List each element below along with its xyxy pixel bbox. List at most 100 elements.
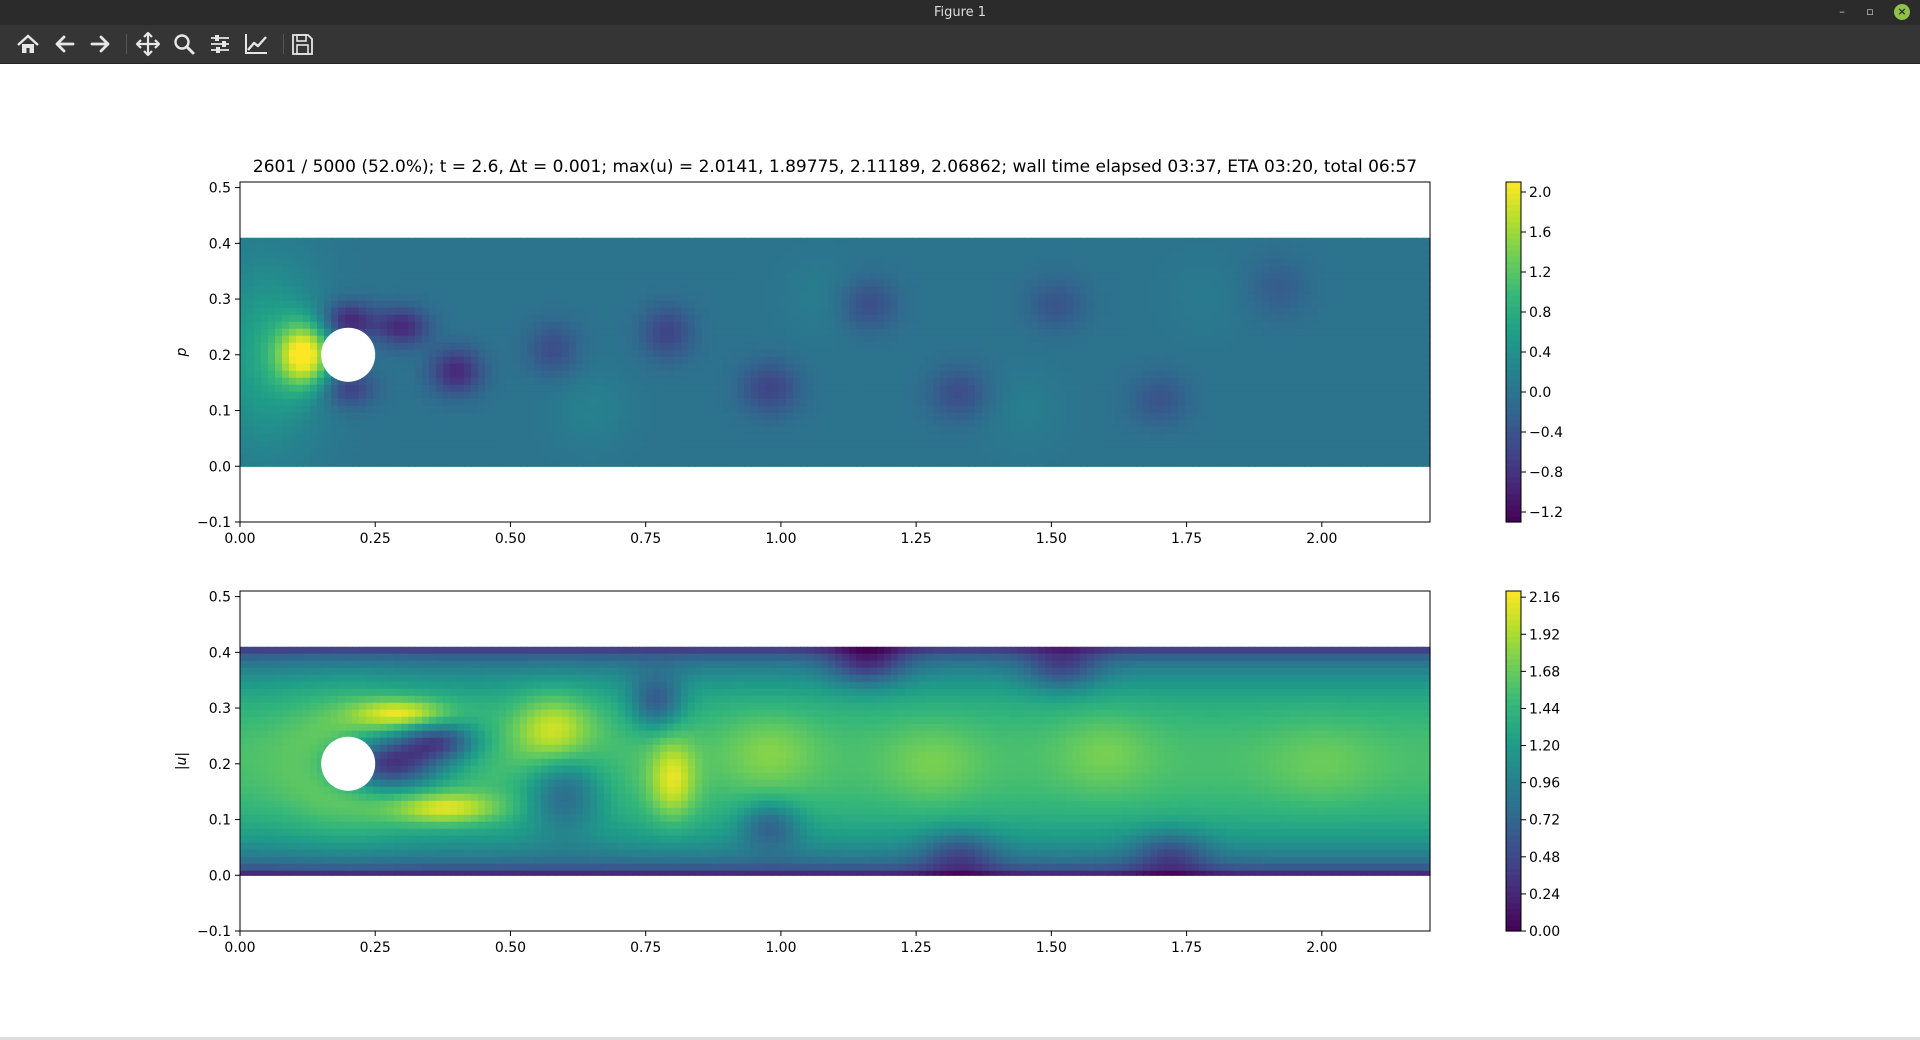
field-cell [296, 328, 304, 337]
field-cell [737, 265, 745, 274]
field-cell [1045, 461, 1053, 467]
forward-button[interactable] [86, 31, 114, 57]
field-cell [576, 426, 584, 435]
field-cell [1248, 300, 1256, 309]
field-cell [1115, 363, 1123, 372]
field-cell [926, 405, 934, 414]
field-cell [870, 384, 878, 393]
zoom-button[interactable] [170, 31, 198, 57]
field-cell [884, 419, 892, 428]
field-cell [723, 356, 731, 365]
field-cell [443, 314, 451, 323]
field-cell [716, 440, 724, 449]
field-cell [1157, 279, 1165, 288]
field-cell [639, 419, 647, 428]
figure-canvas[interactable]: 2601 / 5000 (52.0%); t = 2.6, Δt = 0.001… [0, 64, 1920, 1040]
field-cell [436, 237, 444, 246]
field-cell [492, 314, 500, 323]
field-cell [1248, 293, 1256, 302]
field-cell [457, 335, 465, 344]
field-cell [1185, 307, 1193, 316]
field-cell [1276, 398, 1284, 407]
field-cell [324, 419, 332, 428]
field-cell [1066, 377, 1074, 386]
field-cell [905, 356, 913, 365]
field-cell [464, 461, 472, 467]
field-cell [485, 412, 493, 421]
field-cell [275, 426, 283, 435]
field-cell [1087, 447, 1095, 456]
field-cell [261, 258, 269, 267]
field-cell [597, 335, 605, 344]
field-cell [422, 321, 430, 330]
field-cell [821, 454, 829, 463]
field-cell [1248, 335, 1256, 344]
field-cell [807, 405, 815, 414]
field-cell [639, 258, 647, 267]
field-cell [765, 342, 773, 351]
field-cell [989, 349, 997, 358]
save-button[interactable] [288, 31, 316, 57]
field-cell [1255, 384, 1263, 393]
field-cell [625, 258, 633, 267]
field-cell [1045, 419, 1053, 428]
minimize-button[interactable]: – [1834, 4, 1850, 20]
maximize-button[interactable]: ▫ [1862, 4, 1878, 20]
field-cell [933, 286, 941, 295]
pan-button[interactable] [134, 31, 162, 57]
field-cell [723, 419, 731, 428]
field-cell [1024, 279, 1032, 288]
close-button[interactable]: × [1894, 4, 1910, 20]
edit-axes-button[interactable] [242, 31, 270, 57]
field-cell [751, 405, 759, 414]
field-cell [800, 440, 808, 449]
field-cell [436, 461, 444, 467]
field-cell [1094, 356, 1102, 365]
home-button[interactable] [14, 31, 42, 57]
field-cell [765, 440, 773, 449]
field-cell [1073, 251, 1081, 260]
field-cell [492, 349, 500, 358]
field-cell [632, 293, 640, 302]
back-button[interactable] [51, 31, 79, 57]
field-cell [1192, 265, 1200, 274]
field-cell [1101, 279, 1109, 288]
field-cell [884, 342, 892, 351]
field-cell [821, 461, 829, 467]
field-cell [702, 461, 710, 467]
field-cell [814, 454, 822, 463]
field-cell [1248, 377, 1256, 386]
field-cell [282, 454, 290, 463]
field-cell [1164, 307, 1172, 316]
field-cell [1241, 398, 1249, 407]
field-cell [401, 342, 409, 351]
field-cell [611, 461, 619, 467]
field-cell [730, 454, 738, 463]
field-cell [828, 384, 836, 393]
field-cell [275, 349, 283, 358]
field-cell [1234, 412, 1242, 421]
field-cell [338, 307, 346, 316]
field-cell [814, 433, 822, 442]
field-cell [842, 440, 850, 449]
field-cell [478, 349, 486, 358]
field-cell [1283, 349, 1291, 358]
field-cell [758, 461, 766, 467]
field-cell [282, 328, 290, 337]
field-cell [415, 461, 423, 467]
field-cell [926, 237, 934, 246]
field-cell [1262, 300, 1270, 309]
field-cell [1283, 433, 1291, 442]
field-cell [590, 363, 598, 372]
field-cell [597, 265, 605, 274]
subplots-button[interactable] [206, 31, 234, 57]
field-cell [786, 363, 794, 372]
field-cell [506, 363, 514, 372]
field-cell [1269, 412, 1277, 421]
field-cell [527, 370, 535, 379]
field-cell [1220, 265, 1228, 274]
field-cell [667, 328, 675, 337]
field-cell [1227, 307, 1235, 316]
field-cell [891, 279, 899, 288]
field-cell [744, 272, 752, 281]
